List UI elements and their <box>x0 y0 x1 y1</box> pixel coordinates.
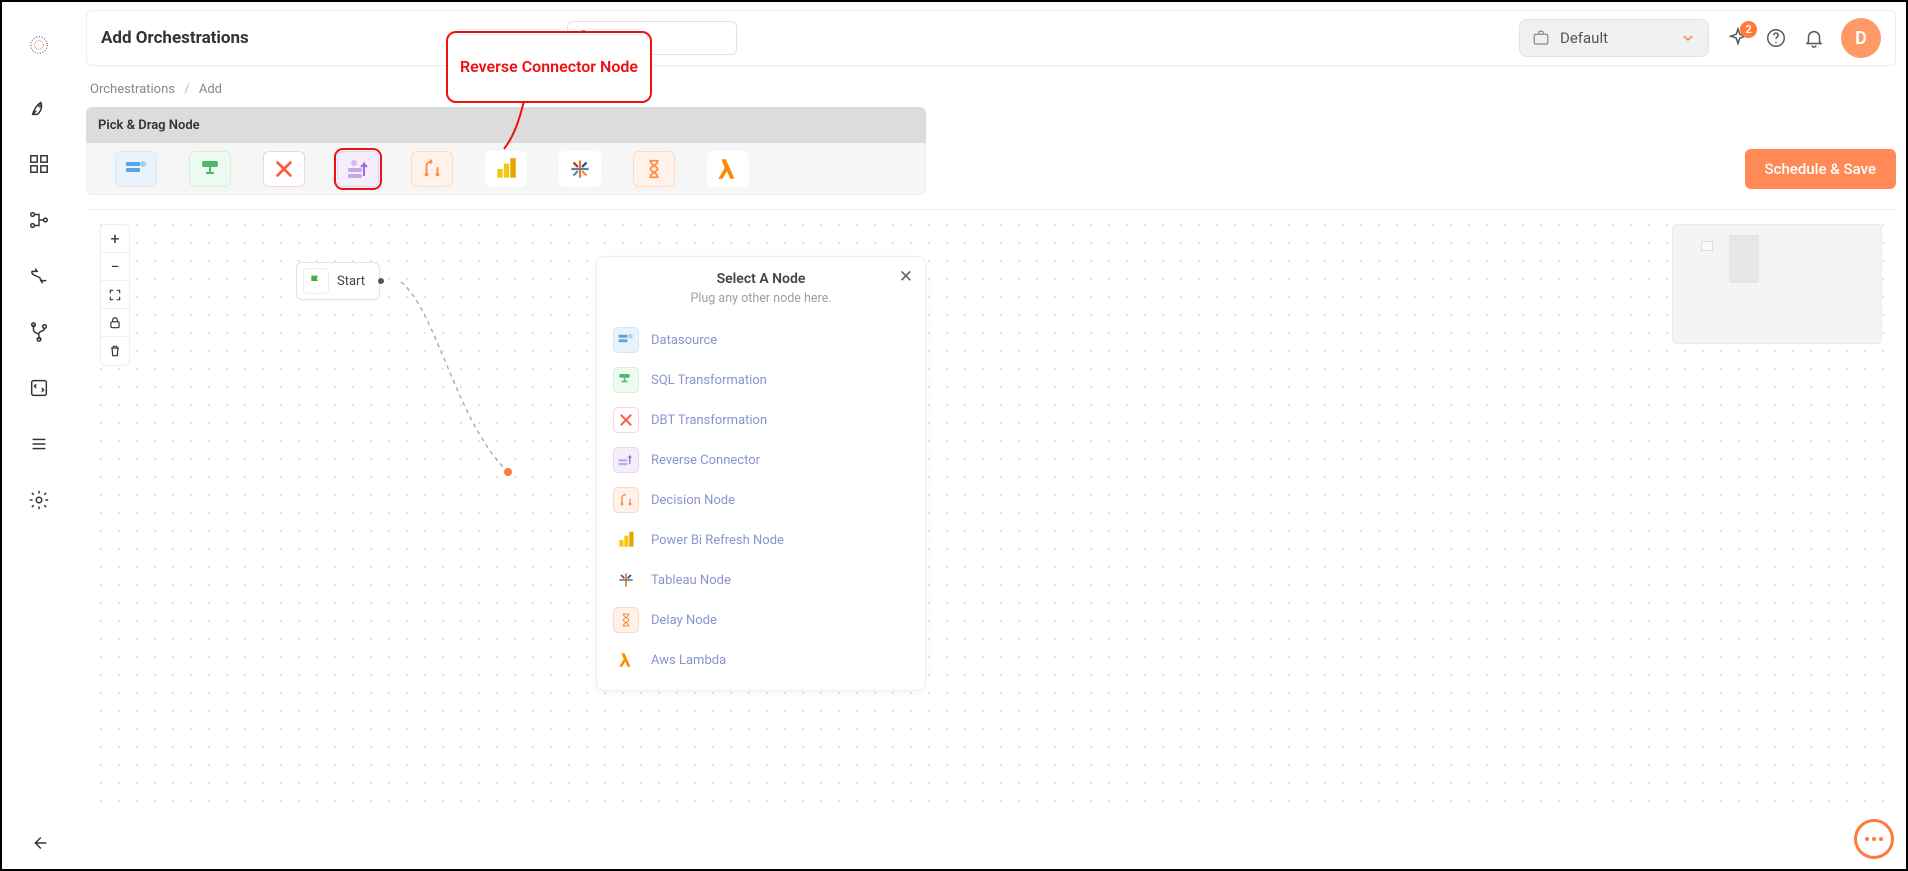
node-picker: Select A Node Plug any other node here. … <box>596 256 926 691</box>
reverse-connector-icon <box>613 447 639 473</box>
breadcrumb-current: Add <box>199 82 222 97</box>
sql-node-tile[interactable] <box>189 151 231 187</box>
content: Orchestrations / Add Pick & Drag Node <box>76 66 1906 869</box>
chevron-down-icon <box>1680 30 1696 46</box>
schedule-save-button[interactable]: Schedule & Save <box>1745 149 1896 189</box>
canvas-tools: + − <box>100 224 130 366</box>
minimap[interactable] <box>1672 224 1882 344</box>
picker-item-tableau[interactable]: Tableau Node <box>605 560 917 600</box>
sql-icon <box>613 367 639 393</box>
picker-item-sql[interactable]: SQL Transformation <box>605 360 917 400</box>
picker-item-powerbi[interactable]: Power Bi Refresh Node <box>605 520 917 560</box>
user-avatar[interactable]: D <box>1841 18 1881 58</box>
tableau-node-tile[interactable] <box>559 151 601 187</box>
transform-icon[interactable] <box>27 264 51 288</box>
picker-item-lambda[interactable]: Aws Lambda <box>605 640 917 680</box>
picker-item-datasource[interactable]: Datasource <box>605 320 917 360</box>
lock-button[interactable] <box>101 309 129 337</box>
delay-node-tile[interactable] <box>633 151 675 187</box>
reverse-connector-node-tile[interactable] <box>337 151 379 187</box>
start-node-port[interactable] <box>378 278 384 284</box>
help-icon[interactable] <box>1765 27 1787 49</box>
main: Add Orchestrations Default 2 <box>76 2 1906 869</box>
left-rail <box>2 2 76 869</box>
start-node[interactable]: Start <box>296 262 380 300</box>
notif-badge: 2 <box>1740 21 1757 38</box>
annotation-callout-tail <box>494 101 534 151</box>
powerbi-icon <box>613 527 639 553</box>
picker-item-decision[interactable]: Decision Node <box>605 480 917 520</box>
datasource-node-tile[interactable] <box>115 151 157 187</box>
topbar: Add Orchestrations Default 2 <box>86 10 1896 66</box>
decision-node-tile[interactable] <box>411 151 453 187</box>
annotation-callout: Reverse Connector Node <box>446 31 652 103</box>
workspace-select[interactable]: Default <box>1519 19 1709 57</box>
list-icon[interactable] <box>27 432 51 456</box>
delete-button[interactable] <box>101 337 129 365</box>
flow-icon[interactable] <box>27 208 51 232</box>
breadcrumb: Orchestrations / Add <box>86 76 1896 107</box>
decision-icon <box>613 487 639 513</box>
dashboard-icon[interactable] <box>27 152 51 176</box>
lambda-node-tile[interactable] <box>707 151 749 187</box>
bell-icon[interactable] <box>1803 27 1825 49</box>
fullscreen-button[interactable] <box>101 281 129 309</box>
picker-item-delay[interactable]: Delay Node <box>605 600 917 640</box>
settings-icon[interactable] <box>27 488 51 512</box>
branch-icon[interactable] <box>27 320 51 344</box>
top-icons: 2 D <box>1727 18 1881 58</box>
breadcrumb-root[interactable]: Orchestrations <box>90 82 175 97</box>
tableau-icon <box>613 567 639 593</box>
picker-item-reverse[interactable]: Reverse Connector <box>605 440 917 480</box>
powerbi-node-tile[interactable] <box>485 151 527 187</box>
app-logo[interactable] <box>20 26 58 64</box>
canvas[interactable]: + − Start Sele <box>86 209 1896 809</box>
picker-title: Select A Node <box>611 271 911 287</box>
dbt-node-tile[interactable] <box>263 151 305 187</box>
picker-close-button[interactable]: ✕ <box>899 267 913 287</box>
ai-sparkle-icon[interactable]: 2 <box>1727 27 1749 49</box>
sync-icon[interactable] <box>27 376 51 400</box>
chat-widget[interactable] <box>1854 819 1894 859</box>
zoom-out-button[interactable]: − <box>101 253 129 281</box>
briefcase-icon <box>1532 29 1550 47</box>
page-title: Add Orchestrations <box>101 28 249 48</box>
collapse-icon[interactable] <box>27 831 51 855</box>
flag-icon <box>303 268 329 294</box>
workspace-label: Default <box>1560 29 1608 47</box>
delay-icon <box>613 607 639 633</box>
datasource-icon <box>613 327 639 353</box>
picker-subtitle: Plug any other node here. <box>611 291 911 306</box>
picker-item-dbt[interactable]: DBT Transformation <box>605 400 917 440</box>
rocket-icon[interactable] <box>27 96 51 120</box>
zoom-in-button[interactable]: + <box>101 225 129 253</box>
lambda-icon <box>613 647 639 673</box>
start-node-label: Start <box>337 274 365 289</box>
dbt-icon <box>613 407 639 433</box>
